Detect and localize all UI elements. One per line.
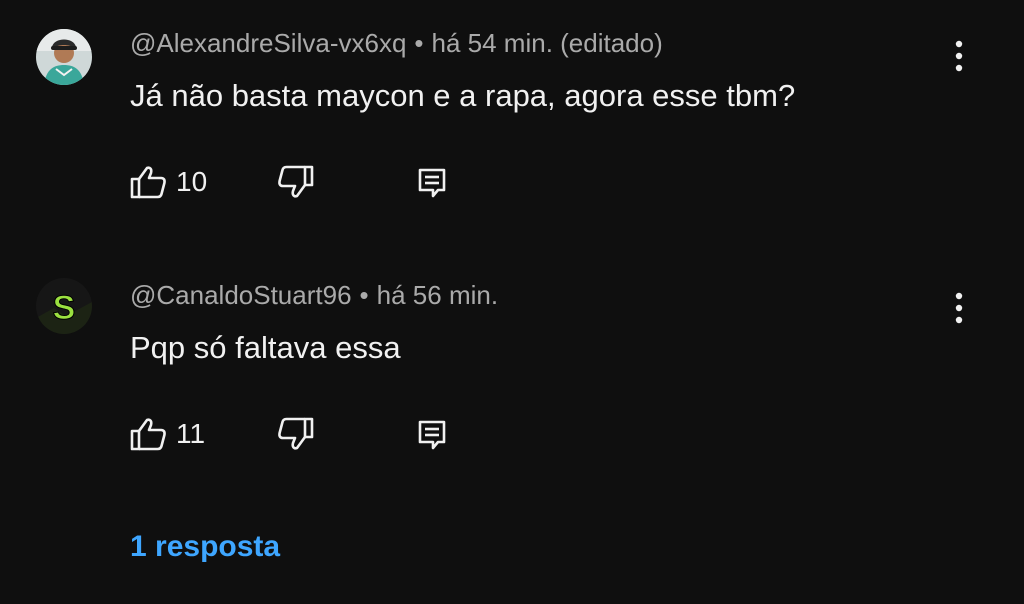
thumbs-down-icon [278, 417, 314, 450]
avatar-canaldostuart[interactable]: S [36, 278, 92, 334]
view-replies-link[interactable]: 1 resposta [130, 530, 280, 564]
author-name[interactable]: @AlexandreSilva-vx6xq [130, 28, 406, 58]
avatar-logo-icon: S [36, 278, 92, 334]
comment-time: há 56 min. [376, 280, 499, 310]
more-options-button[interactable] [944, 288, 974, 328]
author-name[interactable]: @CanaldoStuart96 [130, 280, 352, 310]
thumbs-up-icon [130, 166, 166, 199]
comment-text: Já não basta maycon e a rapa, agora esse… [130, 78, 796, 113]
meta-separator: • [359, 280, 369, 310]
comment-actions: 10 [128, 160, 468, 204]
more-options-button[interactable] [944, 36, 974, 76]
thumbs-up-icon [130, 418, 166, 451]
reply-button[interactable] [414, 160, 450, 204]
avatar-photo-icon [36, 29, 92, 85]
avatar-letter: S [53, 289, 76, 327]
comment-meta: @CanaldoStuart96 • há 56 min. [130, 280, 498, 311]
dislike-button[interactable] [276, 160, 316, 204]
reply-icon [418, 420, 446, 450]
like-button[interactable]: 10 [128, 160, 207, 204]
comment-time: há 54 min. (editado) [431, 28, 663, 58]
like-count: 10 [176, 166, 208, 197]
comment-1: @AlexandreSilva-vx6xq • há 54 min. (editad… [0, 0, 1024, 250]
meta-separator: • [414, 28, 424, 58]
reply-icon [418, 168, 446, 198]
comment-meta: @AlexandreSilva-vx6xq • há 54 min. (editad… [130, 28, 663, 59]
like-count: 11 [176, 418, 206, 449]
dislike-button[interactable] [276, 412, 316, 456]
more-vert-icon [955, 40, 963, 72]
like-button[interactable]: 11 [128, 412, 205, 456]
more-vert-icon [955, 292, 963, 324]
avatar-alexandre[interactable] [36, 29, 92, 85]
comment-2: S @CanaldoStuart96 • há 56 min. Pqp só fal… [0, 250, 1024, 500]
reply-button[interactable] [414, 412, 450, 456]
comment-actions: 11 [128, 412, 468, 456]
thumbs-down-icon [278, 165, 314, 198]
comment-text: Pqp só faltava essa [130, 330, 401, 365]
